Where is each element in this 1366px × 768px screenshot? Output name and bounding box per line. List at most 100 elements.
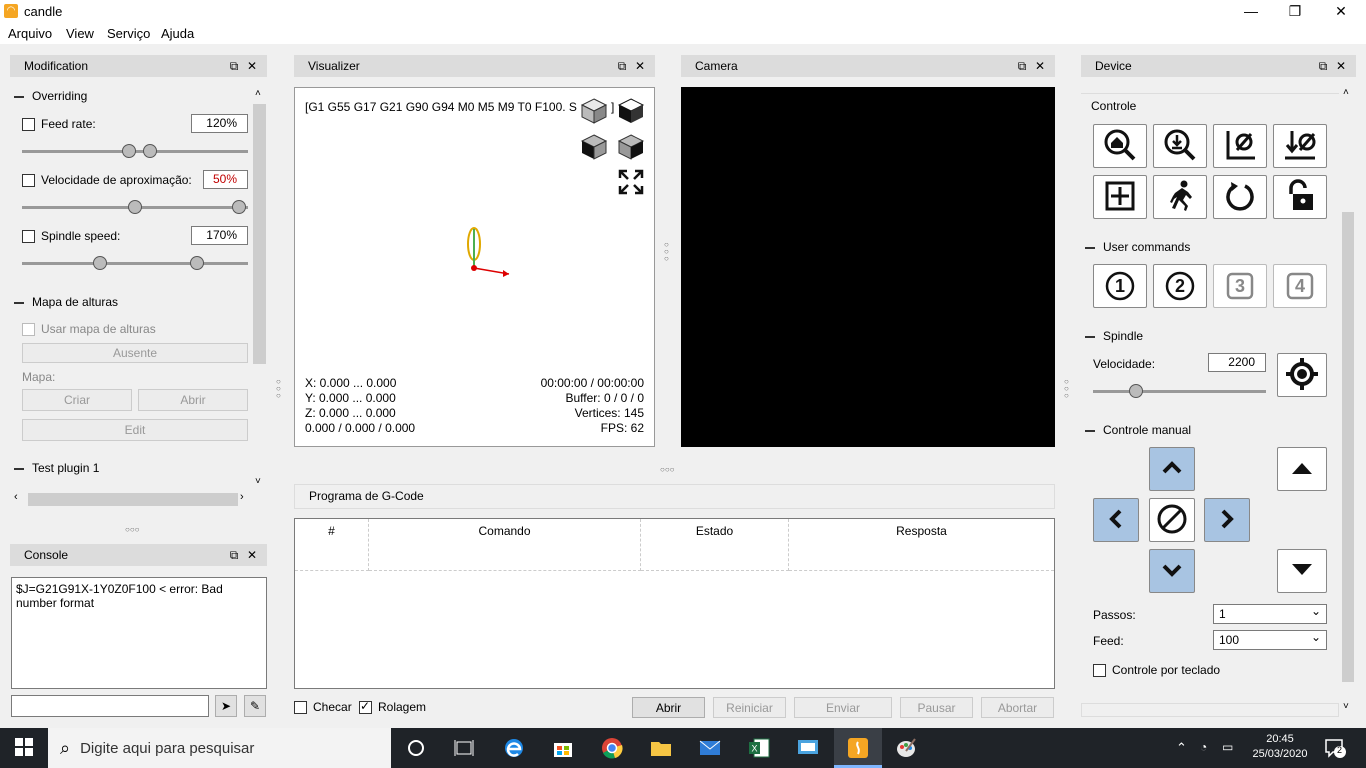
send-button[interactable]: Enviar [794,697,892,718]
check-mode-row[interactable]: Checar [294,700,352,715]
create-map-button[interactable]: Criar [22,389,132,411]
taskbar-search-box[interactable]: ⌕ Digite aqui para pesquisar [48,728,391,768]
modification-vertical-scrollbar[interactable]: ˄ ˅ [253,88,266,490]
user-command-2-button[interactable]: 2 [1153,264,1207,308]
abort-button[interactable]: Abortar [981,697,1054,718]
spindle-speed-checkbox-row[interactable]: Spindle speed: [22,229,120,244]
spindle-speed-checkbox[interactable] [22,230,35,244]
network-icon[interactable]: ◔ [1200,740,1207,754]
user-command-1-button[interactable]: 1 [1093,264,1147,308]
device-scrollbar[interactable]: ˄ ˅ [1341,87,1355,717]
notification-center-icon[interactable]: 2 [1324,738,1346,758]
send-command-button[interactable]: ➤ [215,695,237,717]
autoscroll-row[interactable]: Rolagem [359,699,426,715]
horizontal-splitter-grip-icon[interactable]: ○○○ [660,465,675,474]
task-view-icon[interactable] [451,736,477,760]
menu-servico[interactable]: Serviço [107,26,150,41]
safe-position-button[interactable] [1153,175,1207,219]
right-splitter-grip-icon[interactable]: ○ ○ ○ [1064,378,1069,400]
close-icon[interactable]: ✕ [243,55,261,77]
float-icon[interactable]: ⧉ [225,544,243,566]
float-icon[interactable]: ⧉ [613,55,631,77]
minimize-button[interactable]: — [1228,0,1274,22]
spindle-slider-track[interactable] [1093,390,1266,393]
user-command-4-button[interactable]: 4 [1273,264,1327,308]
spindle-speed-slider-knob[interactable] [190,256,204,270]
spindle-speed-value[interactable]: 170% [191,226,248,245]
rapid-speed-checkbox[interactable] [22,174,35,188]
zero-z-probe-button[interactable] [1153,124,1207,168]
fit-view-icon[interactable] [617,168,645,196]
reset-button[interactable]: Reiniciar [713,697,786,718]
start-button[interactable] [0,728,48,768]
scroll-up-icon[interactable]: ˄ [255,88,261,99]
open-file-button[interactable]: Abrir [632,697,705,718]
feed-select[interactable]: 100 [1213,628,1327,650]
battery-icon[interactable]: ▭ [1222,740,1233,754]
cortana-icon[interactable] [403,736,429,760]
hscroll-thumb[interactable] [28,493,238,506]
jog-x-minus-button[interactable] [1093,498,1139,542]
scroll-right-icon[interactable]: › [240,491,244,503]
scroll-down-icon[interactable]: ˅ [255,476,261,487]
jog-y-minus-button[interactable] [1149,549,1195,593]
edit-map-button[interactable]: Edit [22,419,248,441]
close-icon[interactable]: ✕ [631,55,649,77]
maximize-button[interactable]: ❐ [1272,0,1318,22]
device-scrollbar-thumb[interactable] [1342,212,1354,682]
jog-stop-button[interactable] [1149,498,1195,542]
feed-rate-checkbox[interactable] [22,118,35,132]
splitter-grip-icon[interactable]: ○○○ [125,525,140,534]
use-heightmap-checkbox[interactable] [22,323,35,337]
modification-horizontal-scrollbar[interactable]: ‹ › [10,490,253,508]
file-explorer-icon[interactable] [648,736,674,760]
view-left-icon[interactable] [617,132,645,160]
menu-view[interactable]: View [66,26,94,41]
column-header-state[interactable]: Estado [641,519,789,571]
user-command-3-button[interactable]: 3 [1213,264,1267,308]
column-header-command[interactable]: Comando [369,519,641,571]
jog-z-minus-button[interactable] [1277,549,1327,593]
view-top-icon[interactable] [617,96,645,124]
autoscroll-checkbox[interactable] [359,699,372,715]
left-splitter-grip-icon[interactable]: ○ ○ ○ [276,378,281,400]
use-heightmap-row[interactable]: Usar mapa de alturas [22,322,156,337]
edge-icon[interactable] [501,736,527,760]
zero-z-button[interactable] [1273,124,1327,168]
float-icon[interactable]: ⧉ [1013,55,1031,77]
taskbar-clock[interactable]: 20:45 25/03/2020 [1246,732,1314,762]
store-icon[interactable] [550,736,576,760]
spindle-speed-input[interactable]: 2200 [1208,353,1266,372]
reset-controller-button[interactable] [1213,175,1267,219]
feed-rate-value[interactable]: 120% [191,114,248,133]
gcode-table[interactable]: # Comando Estado Resposta [294,518,1055,689]
home-button[interactable] [1093,124,1147,168]
float-icon[interactable]: ⧉ [1314,55,1332,77]
spindle-speed-slider-track[interactable] [22,262,248,265]
menu-arquivo[interactable]: Arquivo [8,26,52,41]
restore-origin-button[interactable] [1093,175,1147,219]
scroll-left-icon[interactable]: ‹ [14,491,18,503]
rapid-speed-checkbox-row[interactable]: Velocidade de aproximação: [22,173,192,188]
mail-icon[interactable] [697,736,723,760]
candle-taskbar-icon[interactable] [845,736,871,760]
close-icon[interactable]: ✕ [1332,55,1350,77]
console-input[interactable] [11,695,209,717]
scroll-up-icon[interactable]: ˄ [1343,87,1349,98]
middle-splitter-grip-icon[interactable]: ○ ○ ○ [664,241,669,263]
chrome-icon[interactable] [599,736,625,760]
open-map-button[interactable]: Abrir [138,389,248,411]
steps-select[interactable]: 1 [1213,602,1327,624]
close-icon[interactable]: ✕ [1031,55,1049,77]
view-front-icon[interactable] [580,132,608,160]
rapid-speed-value[interactable]: 50% [203,170,248,189]
scrollbar-thumb[interactable] [253,104,266,364]
float-icon[interactable]: ⧉ [225,55,243,77]
keyboard-control-row[interactable]: Controle por teclado [1093,663,1220,678]
clear-console-button[interactable]: ✎ [244,695,266,717]
show-hidden-icons-icon[interactable]: ⌃ [1176,740,1187,756]
jog-x-plus-button[interactable] [1204,498,1250,542]
zero-xy-button[interactable] [1213,124,1267,168]
menu-ajuda[interactable]: Ajuda [161,26,194,41]
jog-y-plus-button[interactable] [1149,447,1195,491]
